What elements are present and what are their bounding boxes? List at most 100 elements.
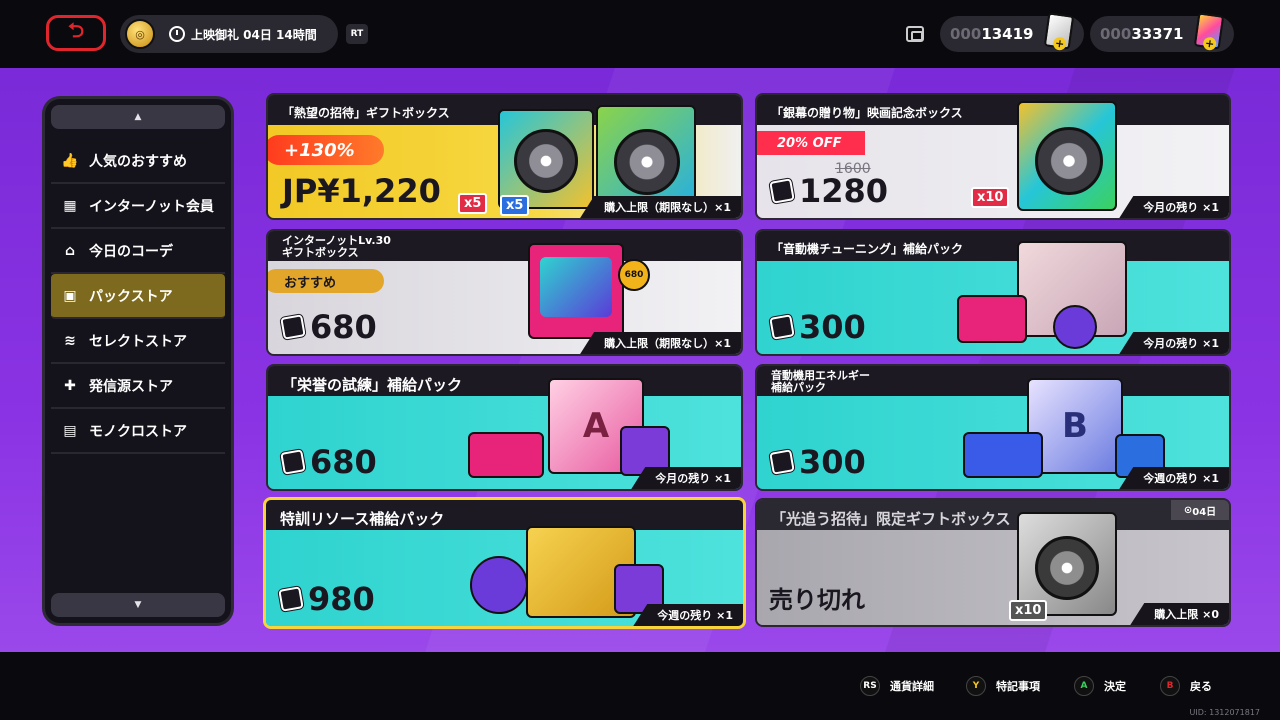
top-bar: ⮌ ◎ 上映御礼 04日 14時間 RT 000 13419 + 000 33371…	[0, 0, 1280, 68]
card-title: 「銀幕の贈り物」映画記念ボックス	[771, 106, 963, 120]
bonus-badge: +130%	[268, 135, 384, 165]
hanger-icon: ⌂	[64, 242, 76, 259]
product-card-honor-trial-pack[interactable]: 「栄誉の試練」補給パック 680 A 今月の残り ×1	[266, 364, 743, 491]
scroll-up-button[interactable]: ▲	[51, 105, 225, 129]
purchase-limit: 購入上限（期限なし）×1	[580, 196, 741, 218]
card-price: JP¥1,220	[282, 172, 441, 210]
card-price: 300	[769, 443, 866, 481]
product-card-internot-lv30[interactable]: インターノットLv.30 ギフトボックス おすすめ 680 680 購入上限（期限…	[266, 229, 743, 356]
pack-store-screen: ⮌ ◎ 上映御礼 04日 14時間 RT 000 13419 + 000 33371…	[0, 0, 1280, 720]
card-title: 「栄誉の試練」補給パック	[282, 376, 463, 394]
product-card-light-chasing-invitation[interactable]: 「光追う招待」限定ギフトボックス ⊙ 04日 売り切れ x10 購入上限 ×0	[755, 498, 1231, 627]
sidebar-item-outfit[interactable]: ⌂ 今日のコーデ	[51, 229, 225, 274]
film-ticket-icon	[280, 449, 306, 475]
purchase-limit: 今月の残り ×1	[1119, 332, 1229, 354]
sidebar-item-label: 人気のおすすめ	[89, 153, 187, 170]
add-icon[interactable]: +	[1202, 36, 1218, 52]
hint-label: 通貨詳細	[890, 680, 934, 693]
card-price: 680	[280, 308, 377, 346]
card-title: 特訓リソース補給パック	[280, 510, 445, 528]
coin-stack-icon: ≋	[64, 332, 76, 349]
purchase-limit: 今週の残り ×1	[1119, 467, 1229, 489]
card-title: 「熱望の招待」ギフトボックス	[282, 106, 450, 120]
card-title-line2: ギフトボックス	[282, 246, 359, 259]
master-tape-box	[596, 105, 696, 209]
tape-reel-icon	[1035, 127, 1103, 195]
store-menu: 👍 人気のおすすめ ▦ インターノット会員 ⌂ 今日のコーデ ▣ パックストア ≋ セレク…	[51, 139, 225, 454]
product-card-engine-tuning-pack[interactable]: 「音動機チューニング」補給パック 300 今月の残り ×1	[755, 229, 1231, 356]
timer-value: 04日	[1192, 506, 1217, 518]
sidebar-item-label: パックストア	[89, 288, 173, 305]
currency-film-counter[interactable]: 000 13419 +	[940, 12, 1084, 52]
product-card-silver-screen-gift[interactable]: 「銀幕の贈り物」映画記念ボックス 20% OFF 1600 1280 x10 今…	[755, 93, 1231, 220]
master-tape-box	[1017, 101, 1117, 211]
event-timer-pill[interactable]: ◎ 上映御礼 04日 14時間	[120, 15, 338, 53]
card-price: 680	[280, 443, 377, 481]
discount-badge: 20% OFF	[757, 131, 865, 155]
back-button[interactable]: ⮌	[46, 15, 106, 51]
coin-stack-icon: ◎	[125, 19, 155, 49]
price-value: 300	[799, 308, 866, 346]
add-icon[interactable]: +	[1052, 36, 1068, 52]
product-card-engine-energy-pack[interactable]: 音動機用エネルギー 補給パック 300 B 今週の残り ×1	[755, 364, 1231, 491]
currency-value: 13419	[981, 25, 1034, 43]
rs-button-icon: RS	[860, 676, 880, 696]
store-icon: ▤	[63, 422, 77, 439]
quantity-badge: x10	[1009, 600, 1048, 621]
energy-chip-icon	[1053, 305, 1097, 349]
hint-label: 特記事項	[996, 680, 1040, 693]
price-value: 680	[310, 443, 377, 481]
card-price: 300	[769, 308, 866, 346]
price-sticker: 680	[618, 259, 650, 291]
currency-premium-counter[interactable]: 000 33371 +	[1090, 12, 1234, 52]
return-arrow-icon: ⮌	[67, 18, 85, 42]
sidebar-item-source-store[interactable]: ✚ 発信源ストア	[51, 364, 225, 409]
sidebar-item-pack-store[interactable]: ▣ パックストア	[51, 274, 225, 319]
remaining-time-badge: ⊙ 04日	[1171, 500, 1229, 520]
b-button-icon: B	[1160, 676, 1180, 696]
film-ticket-icon	[278, 586, 304, 612]
rt-key-hint: RT	[346, 24, 368, 44]
sidebar-item-membership[interactable]: ▦ インターノット会員	[51, 184, 225, 229]
tape-reel-icon	[1035, 536, 1099, 600]
store-sidebar: ▲ 👍 人気のおすすめ ▦ インターノット会員 ⌂ 今日のコーデ ▣ パックストア ≋ セ…	[42, 96, 234, 626]
recommended-badge: おすすめ	[268, 269, 384, 293]
sold-out-label: 売り切れ	[769, 586, 865, 614]
film-ticket-icon	[769, 449, 795, 475]
thumbs-up-icon: 👍	[61, 152, 79, 169]
currency-prefix: 000	[950, 25, 982, 43]
hint-confirm[interactable]: A 決定	[1074, 676, 1126, 696]
sidebar-item-select-store[interactable]: ≋ セレクトストア	[51, 319, 225, 364]
card-title: 音動機用エネルギー 補給パック	[771, 370, 870, 394]
tape-reel-icon	[614, 129, 680, 195]
engine-device-icon	[957, 295, 1027, 343]
card-title: インターノットLv.30 ギフトボックス	[282, 235, 391, 259]
product-card-training-resource-pack[interactable]: 特訓リソース補給パック 980 今週の残り ×1	[263, 497, 746, 629]
hint-notes[interactable]: Y 特記事項	[966, 676, 1040, 696]
retro-tv-icon	[528, 243, 624, 339]
exchange-icon[interactable]	[906, 26, 924, 42]
hint-currency-details[interactable]: RS 通貨詳細	[860, 676, 934, 696]
sidebar-item-recommended[interactable]: 👍 人気のおすすめ	[51, 139, 225, 184]
encrypted-master-tape-box	[498, 109, 594, 209]
user-id: UID: 1312071817	[1189, 708, 1260, 717]
film-ticket-icon	[769, 178, 795, 204]
tape-reel-icon	[514, 129, 578, 193]
a-button-icon: A	[1074, 676, 1094, 696]
purchase-limit: 購入上限（期限なし）×1	[580, 332, 741, 354]
hint-back[interactable]: B 戻る	[1160, 676, 1212, 696]
sidebar-item-label: 発信源ストア	[89, 378, 173, 395]
product-card-ardent-invitation[interactable]: 「熱望の招待」ギフトボックス +130% JP¥1,220 x5 x5 購入上限…	[266, 93, 743, 220]
sidebar-item-label: 今日のコーデ	[89, 243, 173, 260]
puzzle-icon: ✚	[64, 377, 76, 394]
calendar-icon: ▦	[63, 197, 77, 214]
sidebar-item-mono-store[interactable]: ▤ モノクロストア	[51, 409, 225, 454]
premium-film-icon: +	[1193, 12, 1225, 52]
tape-deck-icon	[963, 432, 1043, 478]
film-ticket-icon: +	[1043, 12, 1075, 52]
film-ticket-icon	[769, 314, 795, 340]
card-title: 「光追う招待」限定ギフトボックス	[771, 510, 1011, 528]
price-value: 300	[799, 443, 866, 481]
scroll-down-button[interactable]: ▼	[51, 593, 225, 617]
hint-label: 決定	[1104, 680, 1126, 693]
